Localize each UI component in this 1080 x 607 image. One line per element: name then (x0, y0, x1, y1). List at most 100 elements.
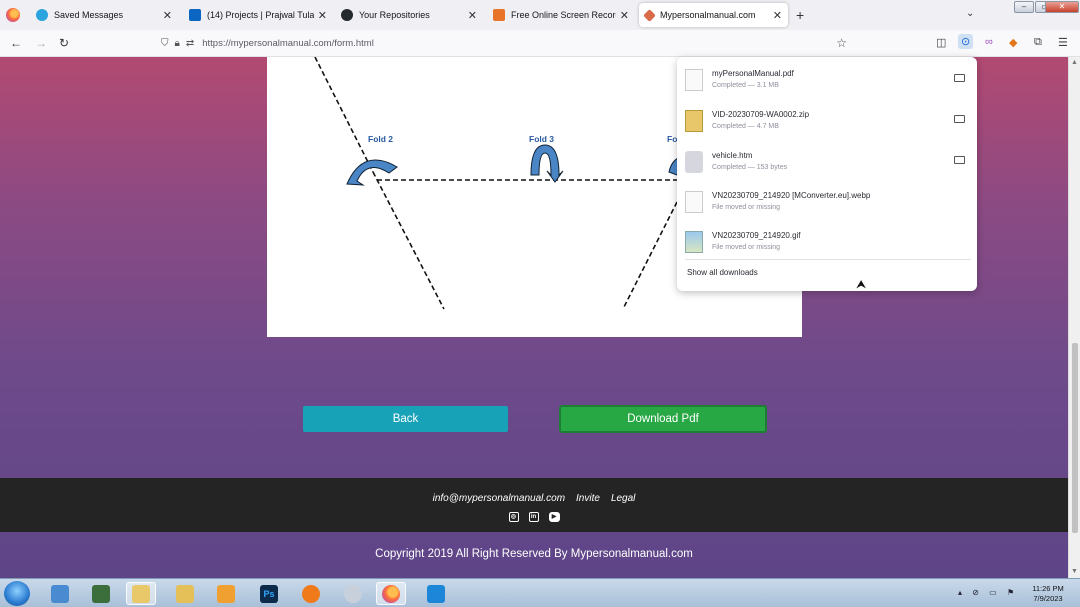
close-tab-icon[interactable]: ✕ (163, 9, 172, 22)
email-link[interactable]: info@mypersonalmanual.com (433, 493, 565, 504)
youtube-icon[interactable]: ▶ (548, 512, 560, 522)
extension-icon[interactable]: ∞ (985, 36, 993, 48)
scroll-up-icon[interactable]: ▲ (1071, 59, 1078, 66)
open-folder-icon[interactable] (954, 74, 965, 82)
fold-line (622, 201, 678, 310)
scissors-icon (344, 584, 362, 603)
tab-strip: Saved Messages ✕ (14) Projects | Prajwal… (0, 0, 1080, 30)
vscode-icon (427, 584, 445, 603)
monitor-icon (92, 584, 110, 603)
minimize-button[interactable]: – (1014, 1, 1034, 13)
pocket-icon[interactable]: ◫ (936, 36, 946, 49)
control-panel-icon (51, 584, 69, 603)
download-item[interactable]: vehicle.htm Completed — 153 bytes (677, 145, 977, 185)
clock[interactable]: 11:26 PM 7/9/2023 (1026, 584, 1070, 604)
fold-4-label: Fo (667, 134, 678, 144)
windows-taskbar: Ps ▴ ⊘ ▭ ⚑ 11:26 PM 7/9/2023 (0, 578, 1080, 607)
fold-line (372, 171, 445, 310)
menu-icon[interactable]: ☰ (1058, 36, 1068, 49)
recorder-icon (493, 9, 505, 21)
new-tab-icon[interactable]: + (796, 7, 804, 23)
open-folder-icon[interactable] (954, 156, 965, 164)
tab-mypersonalmanual[interactable]: Mypersonalmanual.com ✕ (639, 3, 788, 27)
fold-arrow-icon (530, 144, 564, 183)
social-links: ◎ in ▶ (0, 512, 1068, 522)
telegram-icon (36, 9, 48, 21)
back-button[interactable]: Back (303, 406, 508, 432)
fold-2-label: Fold 2 (368, 134, 394, 144)
fold-line (314, 57, 374, 173)
start-button[interactable] (4, 581, 30, 606)
address-bar[interactable]: ⛉ 🔒︎ ⇄ https://mypersonalmanual.com/form… (155, 33, 855, 54)
divider (685, 259, 971, 260)
taskbar-firefox[interactable] (376, 582, 406, 605)
taskbar-control-panel[interactable] (45, 582, 75, 605)
close-tab-icon[interactable]: ✕ (773, 9, 782, 22)
site-icon (643, 8, 656, 22)
forward-arrow-icon[interactable]: → (35, 36, 47, 50)
tab-screen-recorder[interactable]: Free Online Screen Recorder & Video ✕ (487, 3, 635, 27)
instagram-icon[interactable]: ◎ (508, 512, 519, 522)
url-text[interactable]: https://mypersonalmanual.com/form.html (202, 38, 374, 49)
footer: info@mypersonalmanual.com Invite Legal ◎… (0, 478, 1068, 532)
legal-link[interactable]: Legal (611, 493, 635, 504)
image-icon (685, 231, 703, 253)
library-icon (176, 584, 194, 603)
back-arrow-icon[interactable]: ← (10, 36, 22, 50)
firefox-icon[interactable] (6, 8, 20, 22)
taskbar-media-player[interactable] (211, 582, 241, 605)
copyright-text: Copyright 2019 All Right Reserved By Myp… (375, 548, 693, 560)
extensions-icon[interactable]: ⧉ (1034, 36, 1042, 49)
metamask-icon[interactable]: ◆ (1009, 36, 1017, 49)
fold-3-label: Fold 3 (529, 134, 555, 144)
downloads-panel: myPersonalManual.pdf Completed — 3.1 MB … (677, 57, 977, 291)
file-icon (685, 69, 703, 91)
file-icon (685, 191, 703, 213)
zip-icon (685, 110, 703, 132)
invite-link[interactable]: Invite (576, 493, 600, 504)
close-tab-icon[interactable]: ✕ (620, 9, 629, 22)
linkedin-icon (189, 9, 201, 21)
close-window-button[interactable]: ✕ (1045, 1, 1079, 13)
fl-studio-icon (302, 584, 320, 603)
reload-icon[interactable]: ↻ (59, 36, 69, 50)
folder-icon (132, 584, 150, 603)
download-item[interactable]: VN20230709_214920 [MConverter.eu].webp F… (677, 185, 977, 225)
taskbar-snipping-tool[interactable] (338, 582, 368, 605)
shield-icon[interactable]: ⛉ (161, 38, 169, 49)
scrollbar-thumb[interactable] (1072, 343, 1078, 533)
taskbar-fl-studio[interactable] (296, 582, 326, 605)
firefox-icon (382, 584, 400, 603)
scroll-down-icon[interactable]: ▼ (1071, 568, 1078, 575)
linkedin-icon[interactable]: in (528, 512, 539, 522)
taskbar-remote-desktop[interactable] (86, 582, 116, 605)
show-all-downloads-link[interactable]: Show all downloads (687, 268, 758, 277)
tab-saved-messages[interactable]: Saved Messages ✕ (30, 3, 178, 27)
downloads-icon[interactable]: ⊙ (958, 34, 974, 49)
open-folder-icon[interactable] (954, 115, 965, 123)
taskbar-explorer[interactable] (126, 582, 156, 605)
taskbar-photoshop[interactable]: Ps (254, 582, 284, 605)
close-tab-icon[interactable]: ✕ (468, 9, 477, 22)
github-icon (341, 9, 353, 21)
close-tab-icon[interactable]: ✕ (318, 9, 327, 22)
fold-arrow-icon (346, 159, 398, 186)
html-icon (685, 151, 703, 173)
navigation-toolbar: ← → ↻ ⛉ 🔒︎ ⇄ https://mypersonalmanual.co… (0, 30, 1080, 57)
download-item[interactable]: myPersonalManual.pdf Completed — 3.1 MB (677, 63, 977, 103)
list-all-tabs-icon[interactable]: ⌄ (966, 8, 974, 19)
download-pdf-button[interactable]: Download Pdf (559, 405, 767, 433)
mouse-cursor-icon: ⮝ (856, 277, 867, 291)
bookmark-star-icon[interactable]: ☆ (836, 36, 847, 50)
taskbar-vscode[interactable] (421, 582, 451, 605)
tab-linkedin-projects[interactable]: (14) Projects | Prajwal Tulawe | LinkedI… (183, 3, 333, 27)
photoshop-icon: Ps (260, 584, 278, 603)
permissions-icon[interactable]: ⇄ (186, 38, 194, 49)
page-scrollbar[interactable]: ▲ ▼ (1068, 57, 1080, 578)
download-item[interactable]: VID-20230709-WA0002.zip Completed — 4.7 … (677, 104, 977, 144)
taskbar-libraries[interactable] (170, 582, 200, 605)
lock-icon[interactable]: 🔒︎ (175, 38, 180, 49)
footer-links: info@mypersonalmanual.com Invite Legal (0, 493, 1068, 504)
system-tray[interactable]: ▴ ⊘ ▭ ⚑ (958, 588, 1018, 597)
tab-repositories[interactable]: Your Repositories ✕ (335, 3, 483, 27)
